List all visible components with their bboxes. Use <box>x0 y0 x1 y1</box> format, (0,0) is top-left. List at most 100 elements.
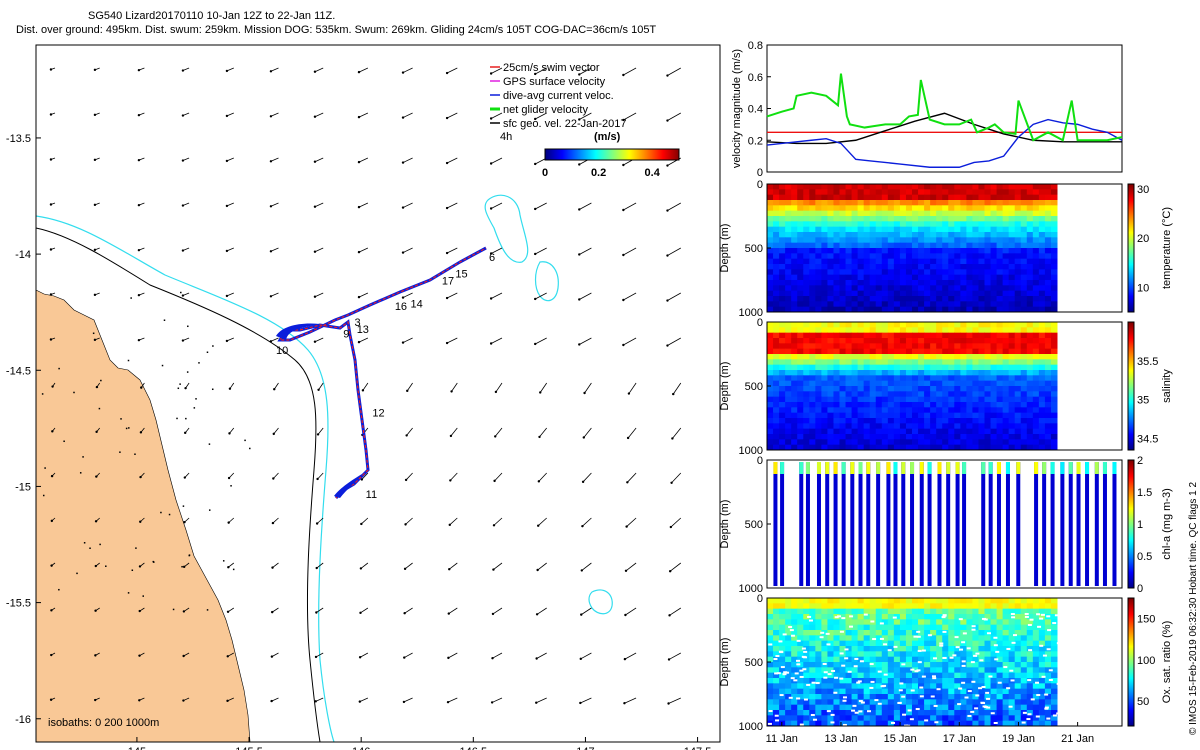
chl-profile-column <box>1050 462 1055 586</box>
gap-speck <box>1046 717 1051 720</box>
profile-cell <box>1050 332 1058 339</box>
profile-cell <box>966 407 973 414</box>
track-label: 12 <box>372 408 384 420</box>
velocity-frame <box>766 44 1123 173</box>
current-vector-head <box>578 163 581 166</box>
current-vector-head <box>578 253 581 256</box>
profile-cell <box>936 662 943 668</box>
profile-cell <box>773 694 780 700</box>
profile-cell <box>767 667 774 674</box>
profile-cell <box>1026 332 1034 339</box>
profile-cell <box>984 327 992 334</box>
current-vector-head <box>445 161 449 165</box>
profile-cell <box>1002 327 1010 334</box>
profile-cell <box>821 694 828 700</box>
profile-cell <box>863 624 871 631</box>
profile-cell <box>990 216 998 222</box>
profile-cell <box>833 646 840 652</box>
profile-cell <box>845 434 853 440</box>
profile-cell <box>767 322 774 328</box>
profile-cell <box>1014 232 1022 238</box>
profile-cell <box>1038 274 1046 281</box>
profile-cell <box>924 210 931 217</box>
profile-cell <box>948 242 955 249</box>
profile-cell <box>839 423 847 430</box>
profile-cell <box>966 614 973 620</box>
profile-cell <box>1014 359 1022 366</box>
profile-cell <box>996 434 1004 440</box>
profile-cell <box>912 242 919 249</box>
gap-speck <box>1011 641 1016 644</box>
profile-cell <box>779 375 786 382</box>
profile-cell <box>942 423 949 430</box>
profile-cell <box>851 269 859 276</box>
current-vector-head <box>669 525 673 529</box>
profile-cell <box>851 672 859 679</box>
chl-surface-value <box>946 462 951 474</box>
profile-cell <box>990 439 998 446</box>
profile-cell <box>924 370 931 376</box>
profile-cell <box>1050 285 1058 292</box>
profile-cell <box>1026 354 1034 360</box>
profile-cell <box>887 216 895 222</box>
profile-panel-chl: 05001000Depth (m)21.510.50chl-a (mg m-3) <box>719 455 1173 595</box>
profile-cell <box>960 248 967 254</box>
profile-cell <box>815 380 822 387</box>
profile-cell <box>930 359 937 366</box>
profile-cell <box>954 672 961 679</box>
profile-cell <box>791 402 798 408</box>
profile-cell <box>972 210 979 217</box>
profile-cell <box>899 624 907 631</box>
current-vector-head <box>401 341 405 344</box>
profile-cell <box>1020 258 1028 265</box>
profile-cell <box>881 189 889 196</box>
profile-cell <box>1002 710 1010 716</box>
profile-cell <box>912 640 919 647</box>
profile-cell <box>1038 216 1046 222</box>
profile-cell <box>942 603 949 610</box>
profile-cell <box>1032 380 1040 387</box>
profile-cell <box>1014 640 1022 647</box>
velocity-y-label: 0.2 <box>748 135 763 147</box>
profile-cell <box>960 200 967 206</box>
profile-cell <box>942 651 949 658</box>
chl-surface-value <box>773 462 778 474</box>
profile-cell <box>960 407 967 414</box>
profile-cell <box>767 258 774 265</box>
current-vector <box>270 337 279 342</box>
profile-cell <box>845 439 853 446</box>
profile-cell <box>767 630 774 636</box>
profile-cell <box>887 683 895 690</box>
profile-cell <box>779 434 786 440</box>
profile-cell <box>930 646 937 652</box>
profile-cell <box>1014 194 1022 201</box>
profile-cell <box>905 683 913 690</box>
current-vector <box>536 652 547 659</box>
profile-cell <box>1020 418 1028 424</box>
profile-cell <box>1044 205 1052 212</box>
profile-cell <box>767 327 774 334</box>
current-vector-head <box>666 254 669 257</box>
profile-cell <box>797 710 804 716</box>
current-vector-head <box>534 207 537 211</box>
profile-cell <box>936 439 943 446</box>
profile-cell <box>821 386 828 392</box>
current-vector-head <box>269 250 273 253</box>
gap-speck <box>971 680 976 683</box>
current-vector <box>494 427 503 437</box>
current-vector-head <box>227 521 230 524</box>
profile-cell <box>821 348 828 355</box>
profile-cell <box>767 210 774 217</box>
profile-cell <box>972 603 979 610</box>
profile-cell <box>1044 386 1052 392</box>
profile-cell <box>1002 396 1010 403</box>
profile-cell <box>1002 258 1010 265</box>
chl-profile-column <box>901 462 906 586</box>
profile-cell <box>863 248 871 254</box>
profile-cell <box>912 354 919 360</box>
profile-cell <box>809 322 816 328</box>
profile-cell <box>990 354 998 360</box>
gap-speck <box>826 643 831 646</box>
profile-cell <box>990 375 998 382</box>
profile-cell <box>821 237 828 244</box>
